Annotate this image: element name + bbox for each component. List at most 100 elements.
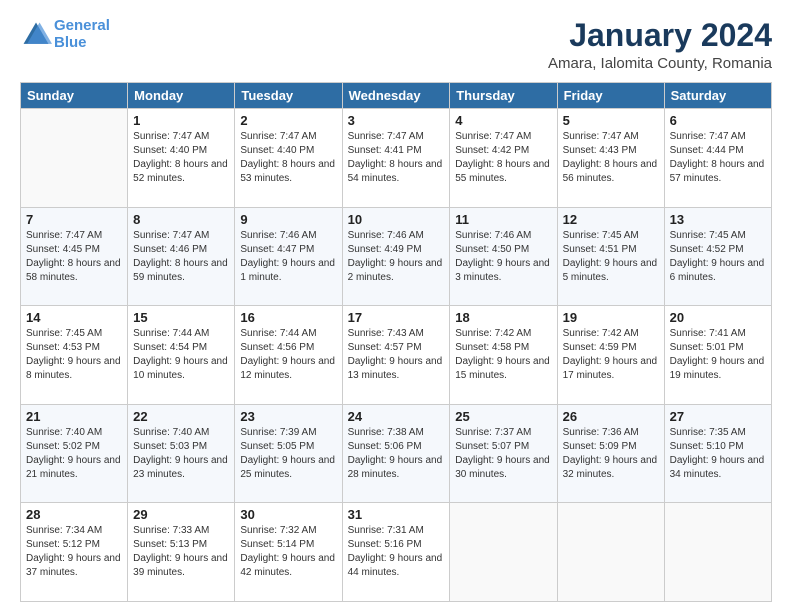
table-row: 1 Sunrise: 7:47 AMSunset: 4:40 PMDaylight… <box>128 109 235 208</box>
daylight-text: Daylight: 9 hours and 10 minutes. <box>133 355 229 383</box>
sunset-text: Sunset: 5:07 PM <box>455 440 551 454</box>
sunrise-text: Sunrise: 7:47 AM <box>563 130 659 144</box>
table-row: 5 Sunrise: 7:47 AMSunset: 4:43 PMDaylight… <box>557 109 664 208</box>
daylight-text: Daylight: 8 hours and 59 minutes. <box>133 257 229 285</box>
daylight-text: Daylight: 9 hours and 1 minute. <box>240 257 336 285</box>
sunset-text: Sunset: 4:52 PM <box>670 243 766 257</box>
daylight-text: Daylight: 9 hours and 12 minutes. <box>240 355 336 383</box>
sunrise-text: Sunrise: 7:47 AM <box>348 130 445 144</box>
table-row: 23Sunrise: 7:39 AMSunset: 5:05 PMDayligh… <box>235 404 342 503</box>
day-number: 20 <box>670 310 766 325</box>
calendar-week-row: 21Sunrise: 7:40 AMSunset: 5:02 PMDayligh… <box>21 404 772 503</box>
table-row: 4Sunrise: 7:47 AMSunset: 4:42 PMDaylight… <box>450 109 557 208</box>
day-number: 6 <box>670 113 766 128</box>
sunset-text: Sunset: 4:57 PM <box>348 341 445 355</box>
logo-icon <box>20 19 52 51</box>
table-row: 12Sunrise: 7:45 AMSunset: 4:51 PMDayligh… <box>557 207 664 306</box>
page: General Blue January 2024 Amara, Ialomit… <box>0 0 792 612</box>
table-row: 24Sunrise: 7:38 AMSunset: 5:06 PMDayligh… <box>342 404 450 503</box>
day-info: Sunrise: 7:35 AMSunset: 5:10 PMDaylight:… <box>670 426 766 482</box>
table-row: 28Sunrise: 7:34 AMSunset: 5:12 PMDayligh… <box>21 503 128 602</box>
daylight-text: Daylight: 9 hours and 3 minutes. <box>455 257 551 285</box>
day-number: 10 <box>348 212 445 227</box>
day-info: Sunrise: 7:31 AMSunset: 5:16 PMDaylight:… <box>348 524 445 580</box>
sunset-text: Sunset: 4:41 PM <box>348 144 445 158</box>
table-row: 11Sunrise: 7:46 AMSunset: 4:50 PMDayligh… <box>450 207 557 306</box>
day-info: Sunrise: 7:47 AMSunset: 4:42 PMDaylight:… <box>455 130 551 186</box>
sunset-text: Sunset: 4:54 PM <box>133 341 229 355</box>
sunset-text: Sunset: 4:45 PM <box>26 243 122 257</box>
sunset-text: Sunset: 4:53 PM <box>26 341 122 355</box>
calendar-week-row: 7Sunrise: 7:47 AMSunset: 4:45 PMDaylight… <box>21 207 772 306</box>
sunset-text: Sunset: 5:10 PM <box>670 440 766 454</box>
day-info: Sunrise: 7:47 AMSunset: 4:40 PMDaylight:… <box>240 130 336 186</box>
table-row: 7Sunrise: 7:47 AMSunset: 4:45 PMDaylight… <box>21 207 128 306</box>
sunrise-text: Sunrise: 7:47 AM <box>133 229 229 243</box>
sunset-text: Sunset: 4:58 PM <box>455 341 551 355</box>
daylight-text: Daylight: 8 hours and 53 minutes. <box>240 158 336 186</box>
sunrise-text: Sunrise: 7:46 AM <box>240 229 336 243</box>
sunset-text: Sunset: 4:40 PM <box>240 144 336 158</box>
day-number: 25 <box>455 409 551 424</box>
title-block: January 2024 Amara, Ialomita County, Rom… <box>548 18 772 72</box>
table-row: 9 Sunrise: 7:46 AMSunset: 4:47 PMDaylight… <box>235 207 342 306</box>
day-info: Sunrise: 7:47 AMSunset: 4:40 PMDaylight:… <box>133 130 229 186</box>
day-number: 1 <box>133 113 229 128</box>
sunset-text: Sunset: 4:59 PM <box>563 341 659 355</box>
day-number: 18 <box>455 310 551 325</box>
sunset-text: Sunset: 5:06 PM <box>348 440 445 454</box>
daylight-text: Daylight: 9 hours and 6 minutes. <box>670 257 766 285</box>
day-info: Sunrise: 7:41 AMSunset: 5:01 PMDaylight:… <box>670 327 766 383</box>
table-row: 2 Sunrise: 7:47 AMSunset: 4:40 PMDaylight… <box>235 109 342 208</box>
daylight-text: Daylight: 9 hours and 30 minutes. <box>455 454 551 482</box>
calendar-header-row: Sunday Monday Tuesday Wednesday Thursday… <box>21 83 772 109</box>
table-row: 30Sunrise: 7:32 AMSunset: 5:14 PMDayligh… <box>235 503 342 602</box>
day-info: Sunrise: 7:47 AMSunset: 4:45 PMDaylight:… <box>26 229 122 285</box>
sunset-text: Sunset: 4:47 PM <box>240 243 336 257</box>
day-number: 28 <box>26 507 122 522</box>
day-number: 29 <box>133 507 229 522</box>
sunset-text: Sunset: 5:09 PM <box>563 440 659 454</box>
day-info: Sunrise: 7:47 AMSunset: 4:46 PMDaylight:… <box>133 229 229 285</box>
logo-line2: Blue <box>54 34 87 51</box>
day-info: Sunrise: 7:45 AMSunset: 4:53 PMDaylight:… <box>26 327 122 383</box>
daylight-text: Daylight: 9 hours and 32 minutes. <box>563 454 659 482</box>
day-info: Sunrise: 7:40 AMSunset: 5:02 PMDaylight:… <box>26 426 122 482</box>
sunrise-text: Sunrise: 7:34 AM <box>26 524 122 538</box>
day-number: 31 <box>348 507 445 522</box>
day-info: Sunrise: 7:42 AMSunset: 4:58 PMDaylight:… <box>455 327 551 383</box>
day-info: Sunrise: 7:44 AMSunset: 4:54 PMDaylight:… <box>133 327 229 383</box>
day-number: 9 <box>240 212 336 227</box>
subtitle: Amara, Ialomita County, Romania <box>548 55 772 72</box>
daylight-text: Daylight: 9 hours and 42 minutes. <box>240 552 336 580</box>
sunrise-text: Sunrise: 7:46 AM <box>455 229 551 243</box>
day-info: Sunrise: 7:38 AMSunset: 5:06 PMDaylight:… <box>348 426 445 482</box>
sunrise-text: Sunrise: 7:47 AM <box>133 130 229 144</box>
sunrise-text: Sunrise: 7:45 AM <box>563 229 659 243</box>
sunrise-text: Sunrise: 7:31 AM <box>348 524 445 538</box>
calendar: Sunday Monday Tuesday Wednesday Thursday… <box>20 82 772 602</box>
day-number: 2 <box>240 113 336 128</box>
sunrise-text: Sunrise: 7:44 AM <box>240 327 336 341</box>
col-wednesday: Wednesday <box>342 83 450 109</box>
daylight-text: Daylight: 9 hours and 2 minutes. <box>348 257 445 285</box>
day-number: 13 <box>670 212 766 227</box>
sunrise-text: Sunrise: 7:47 AM <box>240 130 336 144</box>
sunset-text: Sunset: 5:01 PM <box>670 341 766 355</box>
day-info: Sunrise: 7:47 AMSunset: 4:43 PMDaylight:… <box>563 130 659 186</box>
calendar-week-row: 1Sunrise: 7:47 AMSunset: 4:40 PMDaylight… <box>21 109 772 208</box>
header: General Blue January 2024 Amara, Ialomit… <box>20 18 772 72</box>
table-row: 14Sunrise: 7:45 AMSunset: 4:53 PMDayligh… <box>21 306 128 405</box>
day-info: Sunrise: 7:47 AMSunset: 4:44 PMDaylight:… <box>670 130 766 186</box>
daylight-text: Daylight: 9 hours and 34 minutes. <box>670 454 766 482</box>
daylight-text: Daylight: 8 hours and 54 minutes. <box>348 158 445 186</box>
day-number: 5 <box>563 113 659 128</box>
sunset-text: Sunset: 5:14 PM <box>240 538 336 552</box>
day-info: Sunrise: 7:42 AMSunset: 4:59 PMDaylight:… <box>563 327 659 383</box>
table-row: 13Sunrise: 7:45 AMSunset: 4:52 PMDayligh… <box>664 207 771 306</box>
daylight-text: Daylight: 9 hours and 21 minutes. <box>26 454 122 482</box>
day-number: 3 <box>348 113 445 128</box>
day-info: Sunrise: 7:40 AMSunset: 5:03 PMDaylight:… <box>133 426 229 482</box>
day-info: Sunrise: 7:46 AMSunset: 4:50 PMDaylight:… <box>455 229 551 285</box>
sunrise-text: Sunrise: 7:40 AM <box>133 426 229 440</box>
